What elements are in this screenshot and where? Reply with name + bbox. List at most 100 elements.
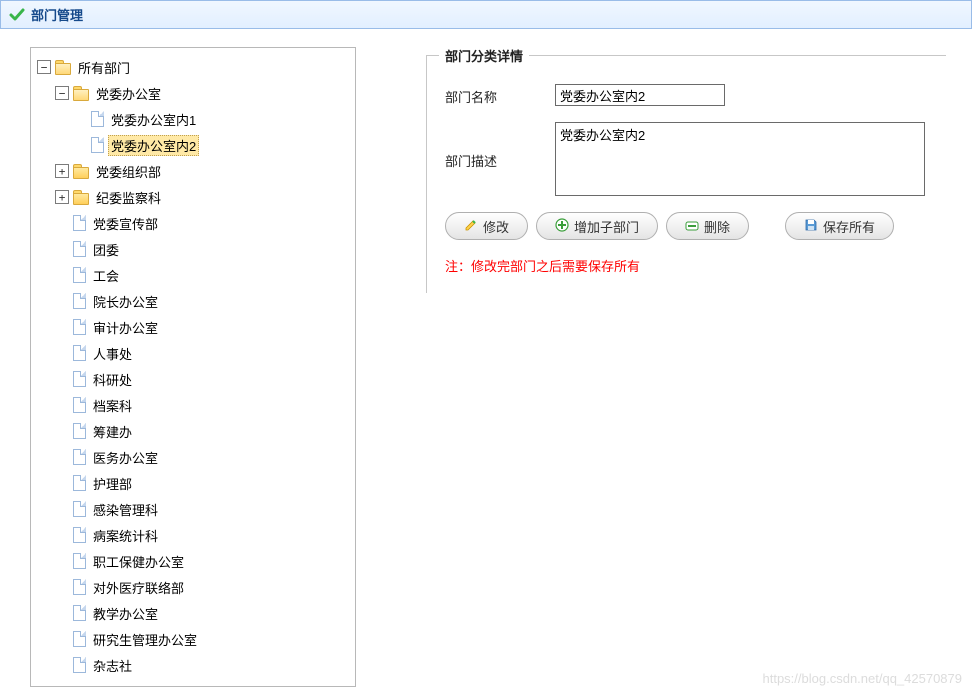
tree-node-label: 杂志社 xyxy=(90,656,135,675)
document-icon xyxy=(73,215,86,231)
tree-node[interactable]: 筹建办 xyxy=(31,418,355,444)
indent xyxy=(37,214,55,232)
tree-node-label: 职工保健办公室 xyxy=(90,552,187,571)
collapse-icon[interactable]: − xyxy=(55,86,69,100)
tree-node[interactable]: 人事处 xyxy=(31,340,355,366)
indent xyxy=(37,370,55,388)
minus-icon xyxy=(685,219,699,234)
tree-node-label: 筹建办 xyxy=(90,422,135,441)
tree-node[interactable]: 职工保健办公室 xyxy=(31,548,355,574)
tree-node-label: 党委办公室内2 xyxy=(108,135,199,156)
tree-node[interactable]: − 党委办公室 xyxy=(31,80,355,106)
document-icon xyxy=(73,241,86,257)
indent xyxy=(37,448,55,466)
tree-node[interactable]: 党委宣传部 xyxy=(31,210,355,236)
tree-node-label: 党委办公室 xyxy=(93,84,164,103)
document-icon xyxy=(73,527,86,543)
delete-button[interactable]: 删除 xyxy=(666,212,749,240)
tree-node-label: 团委 xyxy=(90,240,122,259)
tree-node[interactable]: 档案科 xyxy=(31,392,355,418)
input-dept-name[interactable] xyxy=(555,84,725,106)
tree-node-label: 科研处 xyxy=(90,370,135,389)
expand-icon[interactable]: + xyxy=(55,164,69,178)
document-icon xyxy=(73,371,86,387)
tree-node[interactable]: 团委 xyxy=(31,236,355,262)
tree-node[interactable]: − 所有部门 xyxy=(31,54,355,80)
indent xyxy=(37,526,55,544)
document-icon xyxy=(73,657,86,673)
document-icon xyxy=(91,137,104,153)
tree-node-label: 教学办公室 xyxy=(90,604,161,623)
tree-node[interactable]: 杂志社 xyxy=(31,652,355,678)
document-icon xyxy=(73,475,86,491)
tree-node[interactable]: 院长办公室 xyxy=(31,288,355,314)
tree-node-label: 人事处 xyxy=(90,344,135,363)
label-desc: 部门描述 xyxy=(445,148,555,170)
button-row: 修改 增加子部门 删除 xyxy=(445,212,928,240)
folder-icon xyxy=(73,190,89,204)
folder-icon xyxy=(73,164,89,178)
indent xyxy=(37,396,55,414)
indent xyxy=(37,578,55,596)
tree-node[interactable]: +党委组织部 xyxy=(31,158,355,184)
input-dept-desc[interactable] xyxy=(555,122,925,196)
detail-panel: 部门分类详情 部门名称 部门描述 修改 xyxy=(426,55,946,687)
indent xyxy=(37,656,55,674)
folder-icon xyxy=(73,86,89,100)
save-all-button[interactable]: 保存所有 xyxy=(785,212,894,240)
tree-node[interactable]: 感染管理科 xyxy=(31,496,355,522)
tree-node[interactable]: 党委办公室内2 xyxy=(31,132,355,158)
indent xyxy=(37,344,55,362)
label-name: 部门名称 xyxy=(445,84,555,106)
indent xyxy=(37,240,55,258)
tree-node[interactable]: 审计办公室 xyxy=(31,314,355,340)
collapse-icon[interactable]: − xyxy=(37,60,51,74)
indent xyxy=(37,266,55,284)
add-child-button[interactable]: 增加子部门 xyxy=(536,212,658,240)
indent xyxy=(55,136,73,154)
detail-fieldset: 部门分类详情 部门名称 部门描述 修改 xyxy=(426,55,946,293)
tree-node-label: 研究生管理办公室 xyxy=(90,630,200,649)
tree-node-label: 对外医疗联络部 xyxy=(90,578,187,597)
indent xyxy=(37,318,55,336)
tree-node[interactable]: 教学办公室 xyxy=(31,600,355,626)
tree-node[interactable]: + 纪委监察科 xyxy=(31,184,355,210)
document-icon xyxy=(73,579,86,595)
tree-node[interactable]: 科研处 xyxy=(31,366,355,392)
document-icon xyxy=(73,631,86,647)
indent xyxy=(37,604,55,622)
indent xyxy=(37,188,55,206)
indent xyxy=(37,474,55,492)
indent xyxy=(37,136,55,154)
tree-node[interactable]: 病案统计科 xyxy=(31,522,355,548)
document-icon xyxy=(73,423,86,439)
tree-node-label: 纪委监察科 xyxy=(93,188,164,207)
tree-node[interactable]: 医务办公室 xyxy=(31,444,355,470)
tree-node-label: 感染管理科 xyxy=(90,500,161,519)
edit-button[interactable]: 修改 xyxy=(445,212,528,240)
document-icon xyxy=(91,111,104,127)
delete-button-label: 删除 xyxy=(704,217,730,236)
disk-icon xyxy=(804,218,818,235)
tree-body[interactable]: −所有部门−党委办公室党委办公室内1党委办公室内2+党委组织部+纪委监察科党委宣… xyxy=(31,48,355,686)
indent xyxy=(37,84,55,102)
tree-node-label: 所有部门 xyxy=(75,58,133,77)
tree-node[interactable]: 护理部 xyxy=(31,470,355,496)
document-icon xyxy=(73,501,86,517)
tree-node[interactable]: 对外医疗联络部 xyxy=(31,574,355,600)
tree-node[interactable]: 党委办公室内1 xyxy=(31,106,355,132)
fieldset-legend: 部门分类详情 xyxy=(439,46,529,65)
tree-node-label: 党委办公室内1 xyxy=(108,110,199,129)
document-icon xyxy=(73,293,86,309)
indent xyxy=(37,162,55,180)
edit-button-label: 修改 xyxy=(483,217,509,236)
tree-node[interactable]: 工会 xyxy=(31,262,355,288)
expand-icon[interactable]: + xyxy=(55,190,69,204)
document-icon xyxy=(73,605,86,621)
department-tree-panel: −所有部门−党委办公室党委办公室内1党委办公室内2+党委组织部+纪委监察科党委宣… xyxy=(30,47,356,687)
note-text: 注：修改完部门之后需要保存所有 xyxy=(445,256,928,275)
indent xyxy=(37,292,55,310)
row-name: 部门名称 xyxy=(445,84,928,106)
tree-node[interactable]: 研究生管理办公室 xyxy=(31,626,355,652)
tree-node-label: 院长办公室 xyxy=(90,292,161,311)
